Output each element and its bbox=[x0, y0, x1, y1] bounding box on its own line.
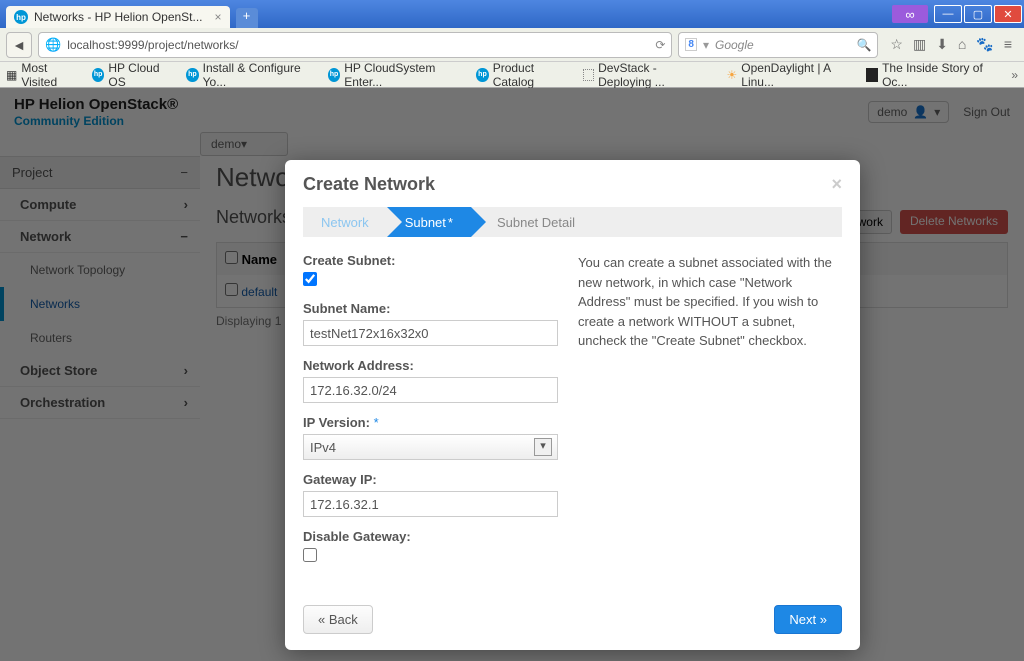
create-subnet-label: Create Subnet: bbox=[303, 253, 558, 268]
ip-version-label: IP Version: * bbox=[303, 415, 558, 430]
back-button[interactable]: « Back bbox=[303, 605, 373, 634]
mask-icon[interactable]: ∞ bbox=[892, 5, 928, 23]
bookmark-icon[interactable]: ☆ bbox=[890, 36, 903, 53]
maximize-button[interactable]: ▢ bbox=[964, 5, 992, 23]
download-icon[interactable]: ⬇ bbox=[936, 36, 948, 53]
search-icon[interactable]: 🔍 bbox=[856, 38, 871, 52]
url-text: localhost:9999/project/networks/ bbox=[67, 38, 238, 52]
home-icon[interactable]: ⌂ bbox=[958, 36, 966, 53]
paw-icon[interactable]: 🐾 bbox=[976, 36, 993, 53]
google-icon: 8 bbox=[685, 38, 697, 51]
reload-icon[interactable]: ⟳ bbox=[655, 38, 665, 52]
menu-icon[interactable]: ≡ bbox=[1004, 36, 1012, 53]
modal-title: Create Network bbox=[303, 174, 435, 195]
hp-icon: hp bbox=[14, 10, 28, 24]
wizard-step-network[interactable]: Network bbox=[303, 207, 387, 237]
close-icon[interactable]: × bbox=[831, 174, 842, 195]
browser-tab[interactable]: hp Networks - HP Helion OpenSt... × bbox=[6, 6, 230, 28]
bookmarks-overflow-icon[interactable]: » bbox=[1011, 68, 1018, 82]
bookmarks-bar: ▦Most Visited hpHP Cloud OS hpInstall & … bbox=[0, 62, 1024, 88]
next-button[interactable]: Next » bbox=[774, 605, 842, 634]
back-button[interactable]: ◄ bbox=[6, 32, 32, 58]
browser-search[interactable]: 8 ▾ Google 🔍 bbox=[678, 32, 878, 58]
subnet-name-input[interactable] bbox=[303, 320, 558, 346]
bookmark-devstack[interactable]: DevStack - Deploying ... bbox=[583, 61, 712, 89]
tab-title: Networks - HP Helion OpenSt... bbox=[34, 10, 203, 24]
dotted-icon bbox=[583, 69, 594, 81]
window-close-button[interactable]: ✕ bbox=[994, 5, 1022, 23]
hp-icon: hp bbox=[92, 68, 104, 82]
subnet-name-label: Subnet Name: bbox=[303, 301, 558, 316]
clipboard-icon[interactable]: ▥ bbox=[913, 36, 926, 53]
hp-icon: hp bbox=[328, 68, 340, 82]
modal-help-text: You can create a subnet associated with … bbox=[578, 253, 842, 577]
wizard-steps: Network Subnet * Subnet Detail bbox=[303, 207, 842, 237]
dark-icon bbox=[866, 68, 878, 82]
minimize-button[interactable]: — bbox=[934, 5, 962, 23]
bookmark-inside-story[interactable]: The Inside Story of Oc... bbox=[866, 61, 998, 89]
globe-icon: 🌐 bbox=[45, 37, 61, 53]
hp-icon: hp bbox=[476, 68, 488, 82]
sun-icon: ☀ bbox=[727, 68, 738, 82]
network-address-input[interactable] bbox=[303, 377, 558, 403]
address-bar[interactable]: 🌐 localhost:9999/project/networks/ ⟳ bbox=[38, 32, 672, 58]
bookmark-opendaylight[interactable]: ☀OpenDaylight | A Linu... bbox=[727, 61, 852, 89]
hp-icon: hp bbox=[186, 68, 198, 82]
create-network-modal: Create Network × Network Subnet * Subnet… bbox=[285, 160, 860, 650]
gateway-ip-input[interactable] bbox=[303, 491, 558, 517]
disable-gateway-label: Disable Gateway: bbox=[303, 529, 558, 544]
new-tab-button[interactable]: + bbox=[236, 8, 258, 28]
bookmark-install[interactable]: hpInstall & Configure Yo... bbox=[186, 61, 314, 89]
close-tab-icon[interactable]: × bbox=[215, 10, 222, 24]
search-placeholder: Google bbox=[715, 38, 754, 52]
bookmark-hp-cloud-os[interactable]: hpHP Cloud OS bbox=[92, 61, 172, 89]
gateway-ip-label: Gateway IP: bbox=[303, 472, 558, 487]
bookmark-product-catalog[interactable]: hpProduct Catalog bbox=[476, 61, 569, 89]
bookmark-most-visited[interactable]: ▦Most Visited bbox=[6, 61, 78, 89]
ip-version-select[interactable]: IPv4 bbox=[303, 434, 558, 460]
bookmark-cloudsystem[interactable]: hpHP CloudSystem Enter... bbox=[328, 61, 463, 89]
wizard-step-detail[interactable]: Subnet Detail bbox=[471, 207, 593, 237]
create-subnet-checkbox[interactable] bbox=[303, 272, 317, 286]
disable-gateway-checkbox[interactable] bbox=[303, 548, 317, 562]
network-address-label: Network Address: bbox=[303, 358, 558, 373]
bookmark-icon: ▦ bbox=[6, 68, 17, 82]
